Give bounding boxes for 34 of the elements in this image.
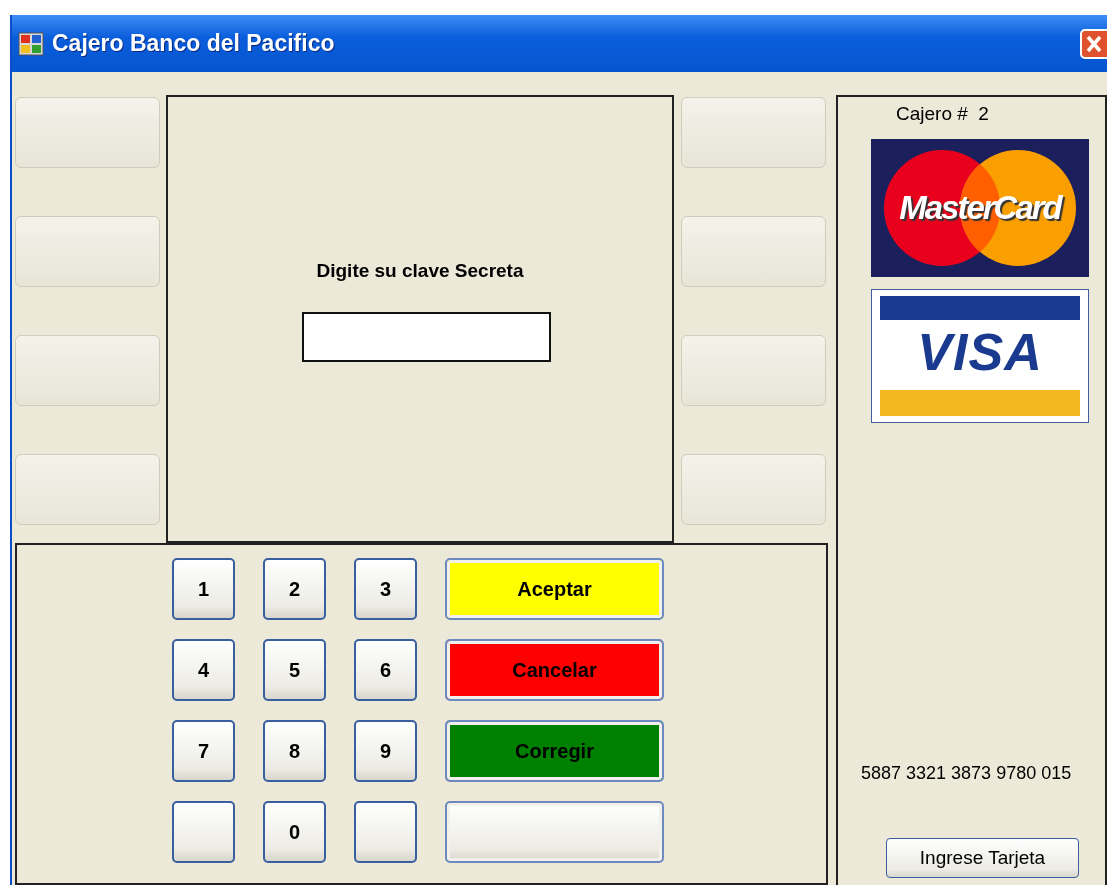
digit-key[interactable]: 2: [263, 558, 326, 620]
side-button[interactable]: [681, 335, 826, 406]
app-icon: [18, 31, 44, 56]
side-button[interactable]: [681, 97, 826, 168]
pin-field[interactable]: [301, 312, 551, 362]
digit-key[interactable]: 5: [263, 639, 326, 701]
digit-key[interactable]: 9: [354, 720, 417, 782]
prompt-text: Digite su clave Secreta: [316, 260, 524, 282]
window-title: Cajero Banco del Pacifico: [52, 30, 335, 57]
insert-card-button[interactable]: Ingrese Tarjeta: [886, 838, 1079, 878]
visa-logo: VISA: [871, 289, 1089, 423]
close-icon[interactable]: [1080, 29, 1107, 59]
action-button[interactable]: Cancelar: [445, 639, 664, 701]
side-button[interactable]: [681, 216, 826, 287]
side-button[interactable]: [15, 216, 160, 287]
side-button[interactable]: [15, 97, 160, 168]
digit-key[interactable]: 3: [354, 558, 417, 620]
side-button[interactable]: [681, 454, 826, 525]
atm-label: Cajero # 2: [896, 103, 990, 125]
digit-key[interactable]: 6: [354, 639, 417, 701]
blank-key[interactable]: [354, 801, 417, 863]
action-button[interactable]: Aceptar: [445, 558, 664, 620]
mastercard-logo: MasterCard: [871, 139, 1089, 277]
digit-key[interactable]: 1: [172, 558, 235, 620]
side-button[interactable]: [15, 454, 160, 525]
action-button[interactable]: Corregir: [445, 720, 664, 782]
digit-key[interactable]: 7: [172, 720, 235, 782]
blank-key[interactable]: [172, 801, 235, 863]
digit-key[interactable]: 4: [172, 639, 235, 701]
blank-button[interactable]: [445, 801, 664, 863]
side-button[interactable]: [15, 335, 160, 406]
digit-key[interactable]: 0: [263, 801, 326, 863]
card-number: 5887 3321 3873 9780 015: [861, 763, 1073, 784]
digit-key[interactable]: 8: [263, 720, 326, 782]
